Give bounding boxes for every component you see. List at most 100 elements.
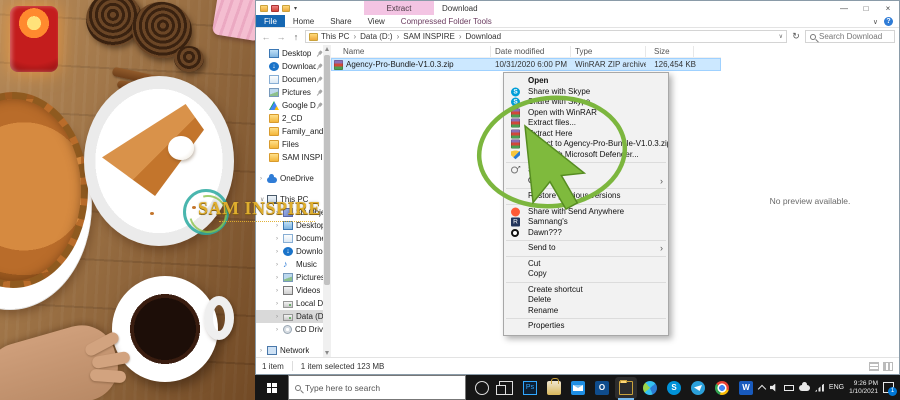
sidebar-item-google-drive[interactable]: Google Drive [256, 99, 323, 112]
menu-item-properties[interactable]: Properties [504, 321, 668, 332]
menu-item-create-shortcut[interactable]: Create shortcut [504, 285, 668, 296]
thumbnails-view-icon[interactable] [883, 362, 893, 371]
scrollbar-up-icon[interactable] [325, 47, 329, 51]
sidebar-item-documents-quick[interactable]: Documents [256, 73, 323, 86]
contextual-tab-extract[interactable]: Extract [364, 1, 434, 15]
menu-item-delete[interactable]: Delete [504, 295, 668, 306]
menu-item-open[interactable]: Open [504, 76, 668, 87]
clock[interactable]: 9:26 PM 1/10/2021 [849, 380, 878, 396]
tree-chevron-icon[interactable]: › [276, 262, 283, 268]
sidebar-scrollbar[interactable] [323, 45, 331, 357]
file-name-cell[interactable]: Agency-Pro-Bundle-V1.0.3.zip [331, 60, 491, 70]
menu-item-copy[interactable]: Copy [504, 269, 668, 280]
qat-folder-icon[interactable] [260, 5, 268, 12]
crumb-data-d[interactable]: Data (D:) [360, 32, 403, 41]
details-view-icon[interactable] [869, 362, 879, 371]
sidebar-item-downloads[interactable]: › Downloads [256, 245, 323, 258]
tree-chevron-icon[interactable]: › [260, 348, 267, 354]
menu-item-cut[interactable]: Cut [504, 259, 668, 270]
crumb-download[interactable]: Download [466, 32, 502, 41]
action-center-icon[interactable]: 1 [883, 382, 894, 393]
tree-chevron-icon[interactable]: › [276, 275, 283, 281]
tab-file[interactable]: File [256, 15, 285, 27]
menu-item-extract-to-folder[interactable]: Extract to Agency-Pro-Bundle-V1.0.3.zip\ [504, 139, 668, 150]
forward-icon[interactable]: → [275, 32, 287, 42]
edge-icon[interactable] [643, 381, 657, 395]
network-icon[interactable] [815, 384, 824, 392]
crumb-this-pc[interactable]: This PC [321, 32, 360, 41]
search-input[interactable]: Search Download [805, 30, 895, 43]
taskbar-search-input[interactable]: Type here to search [288, 375, 466, 400]
sidebar-item-onedrive[interactable]: › OneDrive [256, 172, 323, 185]
column-header-name[interactable]: Name [331, 46, 491, 57]
tab-share[interactable]: Share [322, 15, 359, 27]
language-indicator[interactable]: ENG [829, 384, 844, 391]
sidebar-item-desktop-quick[interactable]: Desktop [256, 47, 323, 60]
help-icon[interactable]: ? [884, 17, 893, 26]
menu-item-restore-previous-versions[interactable]: Restore previous versions [504, 191, 668, 202]
telegram-icon[interactable] [691, 381, 705, 395]
sidebar-item-data-d[interactable]: › Data (D:) [256, 310, 323, 323]
tree-chevron-icon[interactable]: › [276, 288, 283, 294]
maximize-button[interactable]: □ [855, 1, 877, 15]
menu-item-send-to[interactable]: Send to [504, 243, 668, 254]
tree-chevron-icon[interactable]: › [276, 301, 283, 307]
menu-item-rename[interactable]: Rename [504, 306, 668, 317]
cortana-icon[interactable] [475, 381, 489, 395]
menu-item-open-with[interactable]: Open with [504, 176, 668, 187]
sidebar-item-desktop[interactable]: › Desktop [256, 219, 323, 232]
tab-home[interactable]: Home [285, 15, 322, 27]
menu-item-samnangs[interactable]: Samnang's [504, 217, 668, 228]
tree-chevron-icon[interactable]: › [260, 176, 267, 182]
menu-item-share-with-skype-2[interactable]: Share with Skype [504, 97, 668, 108]
sidebar-item-2-cd[interactable]: 2_CD [256, 112, 323, 125]
close-button[interactable]: × [877, 1, 899, 15]
column-header-date-modified[interactable]: Date modified [491, 46, 571, 57]
task-view-icon[interactable] [499, 381, 513, 395]
file-row[interactable]: Agency-Pro-Bundle-V1.0.3.zip 10/31/2020 … [331, 58, 721, 71]
chrome-icon[interactable] [715, 381, 729, 395]
sidebar-item-music[interactable]: › Music [256, 258, 323, 271]
start-button[interactable] [255, 375, 288, 400]
menu-item-share-with-skype[interactable]: Share with Skype [504, 87, 668, 98]
up-icon[interactable]: ↑ [290, 32, 302, 42]
menu-item-extract-here[interactable]: Extract Here [504, 129, 668, 140]
address-dropdown-icon[interactable]: ∨ [779, 33, 783, 40]
qat-undo-icon[interactable] [271, 5, 279, 12]
sidebar-item-videos[interactable]: › Videos [256, 284, 323, 297]
tree-chevron-icon[interactable]: › [276, 223, 283, 229]
tree-chevron-icon[interactable]: › [276, 236, 283, 242]
photoshop-icon[interactable] [523, 381, 537, 395]
volume-icon[interactable] [770, 384, 779, 392]
qat-customize-caret-icon[interactable]: ▾ [294, 5, 297, 12]
outlook-icon[interactable] [595, 381, 609, 395]
tab-compressed-folder-tools[interactable]: Compressed Folder Tools [393, 15, 500, 27]
sidebar-item-sam-inspire[interactable]: SAM INSPIRE [256, 151, 323, 164]
column-header-type[interactable]: Type [571, 46, 646, 57]
scrollbar-down-icon[interactable] [325, 351, 329, 355]
sidebar-item-cd-drive-f[interactable]: › CD Drive (F:) [256, 323, 323, 336]
file-explorer-icon[interactable] [619, 381, 633, 395]
sidebar-item-family-and-friends[interactable]: Family_and_Frien [256, 125, 323, 138]
tree-chevron-icon[interactable]: › [276, 314, 283, 320]
sidebar-item-local-disk-c[interactable]: › Local Disk (C:) [256, 297, 323, 310]
tab-view[interactable]: View [360, 15, 393, 27]
sidebar-item-documents[interactable]: › Documents [256, 232, 323, 245]
tree-chevron-icon[interactable]: ∨ [260, 196, 267, 203]
tree-chevron-icon[interactable]: › [276, 249, 283, 255]
word-icon[interactable] [739, 381, 753, 395]
menu-item-share[interactable]: Share [504, 165, 668, 176]
onedrive-icon[interactable] [799, 385, 810, 391]
crumb-sam-inspire[interactable]: SAM INSPIRE [403, 32, 465, 41]
mail-icon[interactable] [571, 381, 585, 395]
sidebar-item-downloads-quick[interactable]: Downloads [256, 60, 323, 73]
menu-item-share-with-send-anywhere[interactable]: Share with Send Anywhere [504, 207, 668, 218]
skype-icon[interactable] [667, 381, 681, 395]
menu-item-open-with-winrar[interactable]: Open with WinRAR [504, 108, 668, 119]
store-icon[interactable] [547, 381, 561, 395]
hidden-icons-chevron-icon[interactable] [758, 385, 766, 393]
sidebar-item-pictures[interactable]: › Pictures [256, 271, 323, 284]
scrollbar-thumb[interactable] [324, 55, 330, 285]
sidebar-item-3d-objects[interactable]: › 3D Objects [256, 206, 323, 219]
minimize-button[interactable]: — [833, 1, 855, 15]
